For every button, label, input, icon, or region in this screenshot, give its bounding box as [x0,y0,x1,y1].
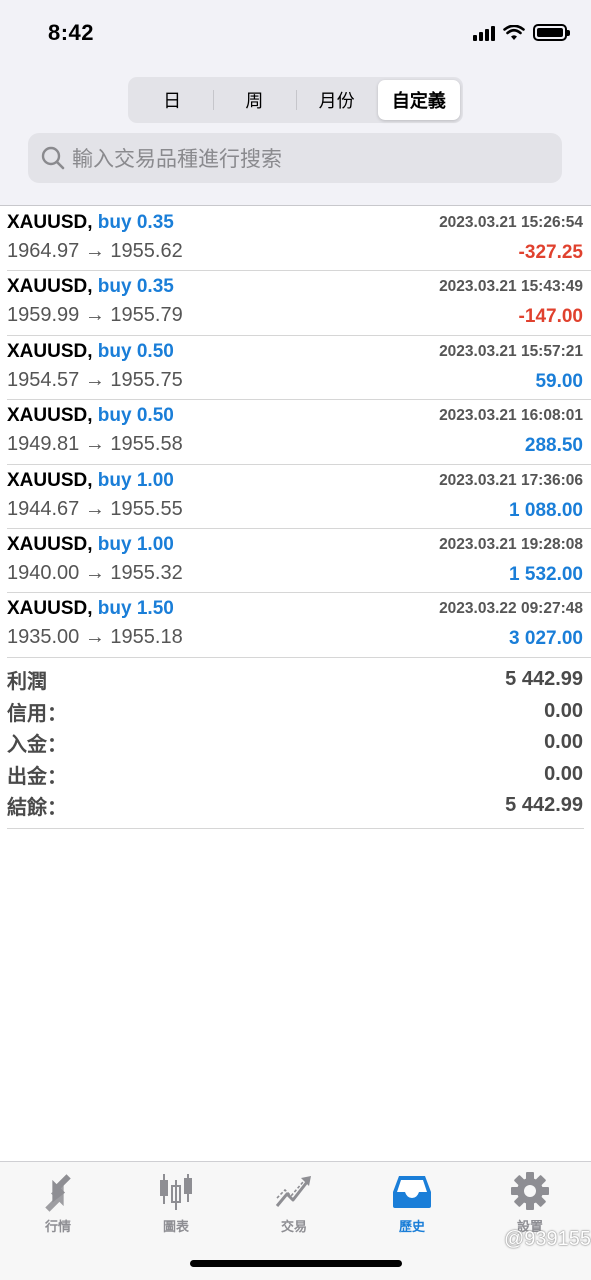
deal-separator: , [87,469,93,491]
deal-side-volume: buy 0.35 [97,212,174,233]
tab-history-label: 歷史 [398,1219,425,1234]
deal-profit: 288.50 [524,435,583,457]
deal-side-volume: buy 0.50 [97,340,174,362]
summary-value: 5 442.99 [505,794,583,817]
deal-row[interactable]: XAUUSD, buy 1.00 2023.03.21 19:28:08 194… [7,529,591,594]
deal-symbol: XAUUSD [7,533,88,555]
tab-week[interactable]: 周 [213,80,295,120]
deal-prices: 1959.99 → 1955.79 [7,304,183,327]
deal-symbol: XAUUSD [7,598,88,620]
deal-row[interactable]: XAUUSD, buy 1.50 2023.03.22 09:27:48 193… [7,593,591,658]
status-time: 8:42 [48,20,95,45]
cellular-signal-icon [473,25,495,41]
deal-profit: 1 088.00 [509,499,583,521]
summary-value: 0.00 [544,731,583,754]
deal-datetime: 2023.03.21 15:57:21 [439,342,583,360]
deal-prices: 1949.81 → 1955.58 [7,433,183,456]
deal-row[interactable]: XAUUSD, buy 0.35 2023.03.21 15:43:49 195… [7,271,591,336]
deal-side-volume: buy 1.00 [97,533,174,555]
deal-separator: , [87,340,93,362]
summary-value: 0.00 [544,762,583,785]
history-icon [393,1176,431,1208]
summary-label: 出金： [7,765,67,788]
summary-label: 入金： [7,734,67,757]
tab-chart-label: 圖表 [162,1219,189,1234]
deal-symbol: XAUUSD [7,405,88,427]
deal-datetime: 2023.03.21 16:08:01 [439,407,583,425]
deal-prices: 1935.00 → 1955.18 [7,626,183,649]
deal-separator: , [87,212,93,233]
tab-month[interactable]: 月份 [295,80,378,120]
summary-balance: 結餘： 5 442.99 [7,790,584,822]
search-icon [41,146,65,170]
trade-icon [275,1176,311,1207]
account-summary: 利潤 5 442.99 信用： 0.00 入金： 0.00 出金： 0.00 結… [7,664,584,829]
home-indicator [190,1260,402,1267]
chart-icon [160,1174,192,1210]
deal-row[interactable]: XAUUSD, buy 0.35 2023.03.21 15:26:54 196… [7,207,591,272]
summary-value: 5 442.99 [505,668,583,691]
deal-datetime: 2023.03.21 19:28:08 [439,535,583,553]
summary-label: 利潤 [7,671,47,694]
deal-prices: 1944.67 → 1955.55 [7,497,183,520]
tab-quotes-label: 行情 [44,1219,71,1234]
deal-profit: 1 532.00 [509,563,583,585]
deal-datetime: 2023.03.21 15:26:54 [439,214,583,231]
tab-settings[interactable]: 設置 [490,1170,570,1235]
deal-symbol: XAUUSD [7,276,88,298]
header-area: 8:42 日 周 月份 自定義 輸入交易品種進行搜索 [0,0,591,206]
deal-row[interactable]: XAUUSD, buy 0.50 2023.03.21 15:57:21 195… [7,336,591,401]
deal-profit: -147.00 [518,306,583,328]
battery-icon [533,24,570,41]
deal-side-volume: buy 1.00 [97,469,174,491]
summary-label: 信用： [7,702,67,725]
deal-profit: 59.00 [535,370,583,392]
deal-row[interactable]: XAUUSD, buy 1.00 2023.03.21 17:36:06 194… [7,465,591,529]
deal-profit: -327.25 [518,242,583,263]
deal-prices: 1964.97 → 1955.62 [7,240,183,262]
tab-chart[interactable]: 圖表 [136,1170,216,1235]
deal-prices: 1954.57 → 1955.75 [7,368,183,391]
deal-symbol: XAUUSD [7,212,88,233]
summary-credit: 信用： 0.00 [7,696,584,728]
summary-withdrawal: 出金： 0.00 [7,759,584,791]
watermark-text: @939155 [503,1228,591,1250]
summary-label: 結餘： [7,797,67,820]
tab-quotes[interactable]: 行情 [18,1170,98,1235]
summary-value: 0.00 [544,699,583,722]
status-icons [473,24,570,41]
deal-side-volume: buy 0.35 [97,276,174,298]
tab-trade[interactable]: 交易 [254,1170,334,1235]
summary-deposit: 入金： 0.00 [7,727,584,759]
deal-separator: , [87,598,93,620]
tab-custom[interactable]: 自定義 [377,80,460,120]
search-input[interactable]: 輸入交易品種進行搜索 [28,133,562,183]
deal-prices: 1940.00 → 1955.32 [7,561,183,584]
settings-icon [511,1172,549,1210]
deal-symbol: XAUUSD [7,340,88,362]
deal-datetime: 2023.03.22 09:27:48 [439,600,583,618]
deal-separator: , [87,405,93,427]
deal-row[interactable]: XAUUSD, buy 0.50 2023.03.21 16:08:01 194… [7,400,591,465]
deal-profit: 3 027.00 [509,628,583,650]
search-placeholder: 輸入交易品種進行搜索 [72,148,282,171]
deal-separator: , [87,533,93,555]
wifi-icon [503,25,525,40]
deal-datetime: 2023.03.21 15:43:49 [439,278,583,296]
quotes-icon [45,1174,71,1212]
summary-profit: 利潤 5 442.99 [7,664,584,696]
period-selector: 日 周 月份 自定義 [128,77,463,123]
tab-day[interactable]: 日 [131,80,213,120]
deal-datetime: 2023.03.21 17:36:06 [439,471,583,489]
deal-list: XAUUSD, buy 0.35 2023.03.21 15:26:54 196… [0,207,591,658]
deal-separator: , [87,276,93,298]
deal-side-volume: buy 0.50 [97,405,174,427]
deal-side-volume: buy 1.50 [97,598,174,620]
tab-trade-label: 交易 [280,1219,307,1234]
tab-history[interactable]: 歷史 [372,1170,452,1235]
deal-symbol: XAUUSD [7,469,88,491]
